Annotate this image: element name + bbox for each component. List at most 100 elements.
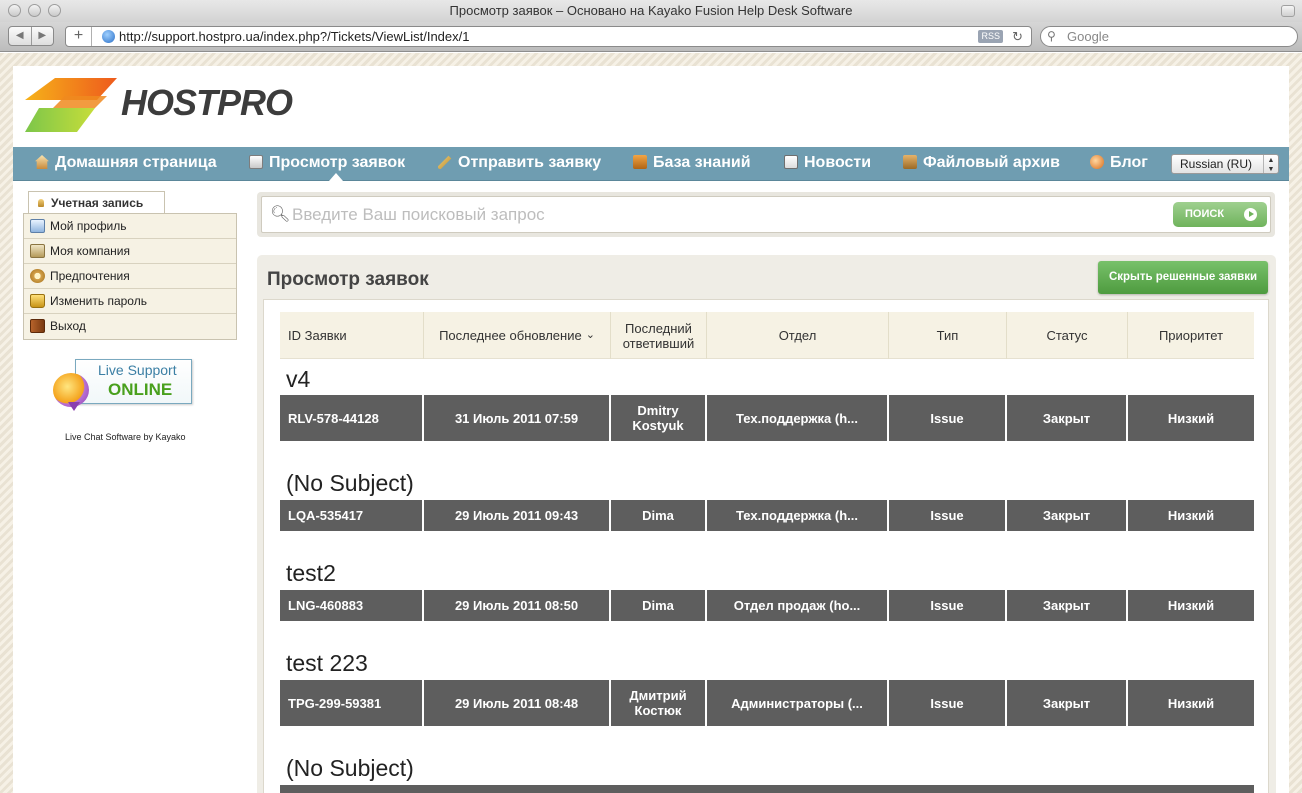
- sidebar-item-change-password[interactable]: Изменить пароль: [24, 289, 236, 314]
- table-row[interactable]: TPG-299-59381 29 Июль 2011 08:48 Дмитрий…: [280, 680, 1254, 726]
- table-row[interactable]: [280, 785, 1254, 793]
- search-field-wrapper: 🔍︎ ПОИСК: [261, 196, 1271, 233]
- nav-downloads[interactable]: Файловый архив: [903, 147, 1060, 181]
- ticket-department: Тех.поддержка (h...: [707, 395, 889, 441]
- ticket-last-update: 29 Июль 2011 08:48: [424, 680, 611, 726]
- nav-blog-label: Блог: [1110, 154, 1148, 171]
- search-input[interactable]: [292, 203, 1152, 227]
- column-type[interactable]: Тип: [889, 312, 1007, 359]
- select-arrows-icon: ▲ ▼: [1263, 155, 1278, 173]
- ticket-priority: Низкий: [1167, 598, 1215, 613]
- tickets-panel: Просмотр заявок Скрыть решенные заявки I…: [257, 255, 1276, 793]
- sidebar-item-label: Выход: [50, 319, 86, 333]
- chat-bubble-tail: [68, 402, 80, 411]
- toolbar-toggle-button[interactable]: [1281, 5, 1295, 17]
- column-department[interactable]: Отдел: [707, 312, 889, 359]
- window-title: Просмотр заявок – Основано на Kayako Fus…: [449, 3, 853, 18]
- sidebar-item-logout[interactable]: Выход: [24, 314, 236, 339]
- ticket-priority: Низкий: [1167, 508, 1215, 523]
- ticket-id[interactable]: LNG-460883: [280, 590, 424, 621]
- nav-downloads-label: Файловый архив: [923, 154, 1060, 171]
- logo-text[interactable]: HOSTPRO: [121, 82, 293, 124]
- nav-home[interactable]: Домашняя страница: [35, 147, 217, 181]
- rss-badge[interactable]: RSS: [978, 30, 1003, 43]
- sidebar-item-label: Предпочтения: [50, 269, 130, 283]
- blog-icon: [1090, 155, 1104, 169]
- nav-home-label: Домашняя страница: [55, 154, 217, 171]
- nav-knowledgebase[interactable]: База знаний: [633, 147, 751, 181]
- ticket-subject[interactable]: (No Subject): [286, 755, 414, 782]
- nav-submit-ticket-label: Отправить заявку: [458, 154, 602, 171]
- url-text[interactable]: http://support.hostpro.ua/index.php?/Tic…: [119, 27, 470, 46]
- search-button-label: ПОИСК: [1185, 208, 1225, 220]
- sidebar-item-label: Мой профиль: [50, 219, 127, 233]
- user-icon: [38, 199, 44, 207]
- sidebar-item-label: Моя компания: [50, 244, 130, 258]
- ticket-id[interactable]: TPG-299-59381: [280, 680, 424, 726]
- ticket-id[interactable]: LQA-535417: [280, 500, 424, 531]
- table-row[interactable]: LNG-460883 29 Июль 2011 08:50 Dima Отдел…: [280, 590, 1254, 621]
- live-support-badge[interactable]: Live Support ONLINE: [75, 359, 192, 404]
- reload-icon[interactable]: ↻: [1012, 27, 1023, 46]
- ticket-status: Закрыт: [1007, 680, 1128, 726]
- search-button[interactable]: ПОИСК: [1173, 202, 1267, 227]
- pencil-icon: [438, 155, 452, 169]
- address-bar[interactable]: + http://support.hostpro.ua/index.php?/T…: [65, 26, 1032, 47]
- sidebar-item-profile[interactable]: Мой профиль: [24, 214, 236, 239]
- ticket-subject[interactable]: test2: [286, 560, 336, 587]
- nav-view-tickets[interactable]: Просмотр заявок: [249, 147, 405, 181]
- live-support-status: ONLINE: [108, 380, 173, 399]
- ticket-type: Issue: [889, 500, 1007, 531]
- ticket-subject[interactable]: (No Subject): [286, 470, 414, 497]
- history-buttons: ◀ ▶: [8, 26, 54, 46]
- ticket-subject[interactable]: test 223: [286, 650, 368, 677]
- ticket-priority: Низкий: [1167, 410, 1215, 426]
- live-chat-credit[interactable]: Live Chat Software by Kayako: [65, 432, 186, 442]
- back-icon[interactable]: ◀: [9, 27, 32, 45]
- column-last-update[interactable]: Последнее обновление ⌄: [424, 312, 611, 359]
- ticket-last-update: 31 Июль 2011 07:59: [424, 395, 611, 441]
- zoom-window-button[interactable]: [48, 4, 61, 17]
- box-icon: [903, 155, 917, 169]
- profile-card-icon: [30, 219, 45, 233]
- sidebar-item-company[interactable]: Моя компания: [24, 239, 236, 264]
- browser-toolbar: ◀ ▶ + http://support.hostpro.ua/index.ph…: [0, 22, 1302, 52]
- column-ticket-id[interactable]: ID Заявки: [280, 312, 424, 359]
- browser-search-field[interactable]: ⚲ Google: [1040, 26, 1298, 47]
- sort-chevron-down-icon: ⌄: [585, 329, 595, 341]
- column-last-update-label: Последнее обновление: [439, 328, 582, 343]
- column-status[interactable]: Статус: [1007, 312, 1128, 359]
- nav-news[interactable]: Новости: [784, 147, 871, 181]
- ticket-status: Закрыт: [1007, 395, 1128, 441]
- table-row[interactable]: RLV-578-44128 31 Июль 2011 07:59 Dmitry …: [280, 395, 1254, 441]
- nav-submit-ticket[interactable]: Отправить заявку: [438, 147, 601, 181]
- column-last-replier[interactable]: Последний ответивший: [611, 312, 707, 359]
- forward-icon[interactable]: ▶: [32, 27, 54, 45]
- search-box: 🔍︎ ПОИСК: [257, 192, 1275, 237]
- arrow-right-icon: [1244, 208, 1257, 221]
- ticket-last-replier: Дмитрий Костюк: [611, 680, 707, 726]
- ticket-type: Issue: [889, 395, 1007, 441]
- minimize-window-button[interactable]: [28, 4, 41, 17]
- column-priority[interactable]: Приоритет: [1128, 312, 1254, 359]
- hide-resolved-button[interactable]: Скрыть решенные заявки: [1098, 261, 1268, 294]
- globe-icon: [102, 30, 115, 43]
- sidebar-item-preferences[interactable]: Предпочтения: [24, 264, 236, 289]
- nav-view-tickets-label: Просмотр заявок: [269, 154, 406, 171]
- close-window-button[interactable]: [8, 4, 21, 17]
- language-select[interactable]: Russian (RU) ▲ ▼: [1171, 154, 1279, 174]
- gear-icon: [30, 269, 45, 283]
- search-icon: ⚲: [1047, 29, 1056, 43]
- ticket-subject[interactable]: v4: [286, 366, 310, 393]
- document-icon: [249, 155, 263, 169]
- hostpro-logo-icon[interactable]: [25, 78, 117, 132]
- nav-blog[interactable]: Блог: [1090, 147, 1148, 181]
- table-row[interactable]: LQA-535417 29 Июль 2011 09:43 Dima Тех.п…: [280, 500, 1254, 531]
- ticket-status: Закрыт: [1007, 500, 1128, 531]
- add-bookmark-icon[interactable]: +: [66, 27, 92, 46]
- ticket-id[interactable]: RLV-578-44128: [280, 395, 424, 441]
- ticket-last-update: 29 Июль 2011 08:50: [424, 590, 611, 621]
- page: HOSTPRO Домашняя страница Просмотр заяво…: [13, 66, 1289, 793]
- account-tab[interactable]: Учетная запись: [28, 191, 165, 214]
- ticket-department: Администраторы (...: [707, 680, 889, 726]
